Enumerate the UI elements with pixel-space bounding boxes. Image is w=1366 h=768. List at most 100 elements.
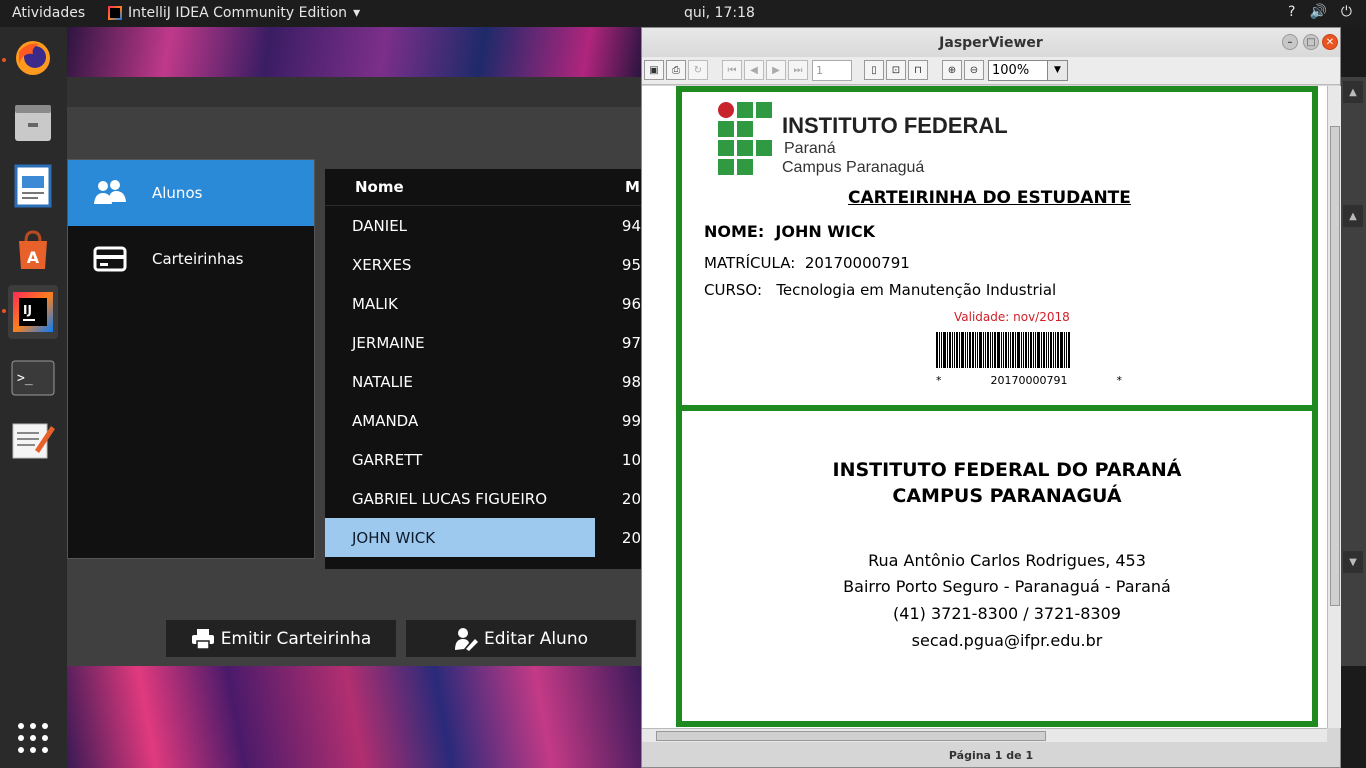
nome-label: NOME: xyxy=(704,222,765,241)
district-line: Bairro Porto Seguro - Paranaguá - Paraná xyxy=(843,577,1171,596)
volume-icon[interactable]: 🔊 xyxy=(1309,4,1326,20)
editar-aluno-button[interactable]: Editar Aluno xyxy=(406,620,636,657)
scroll-thumb[interactable] xyxy=(656,731,1046,741)
cell-matricula: 10 xyxy=(621,450,641,469)
page-status: Página 1 de 1 xyxy=(948,748,1034,762)
maximize-button[interactable]: □ xyxy=(1303,34,1319,50)
barcode-caption: * 20170000791 * xyxy=(936,374,1122,387)
help-icon[interactable]: ? xyxy=(1288,4,1295,20)
cell-matricula: 95 xyxy=(621,255,641,274)
page-number-field[interactable]: 1 xyxy=(812,60,852,81)
horizontal-scrollbar[interactable] xyxy=(642,728,1327,742)
files-icon xyxy=(15,105,51,141)
scroll-up-button[interactable]: ▲ xyxy=(1343,205,1363,227)
chevron-down-icon[interactable]: ▼ xyxy=(1047,61,1067,80)
power-icon[interactable]: ⏻ xyxy=(1341,4,1352,20)
fit-width-icon[interactable]: ⊓ xyxy=(908,60,928,80)
app-menu-label: IntelliJ IDEA Community Edition xyxy=(128,5,348,21)
nome-row: NOME: JOHN WICK xyxy=(704,222,875,241)
zoom-out-icon[interactable]: ⊖ xyxy=(964,60,984,80)
print-icon[interactable]: ⎙ xyxy=(666,60,686,80)
firefox-launcher[interactable] xyxy=(8,31,58,85)
actual-size-icon[interactable]: ▯ xyxy=(864,60,884,80)
writer-launcher[interactable] xyxy=(8,159,58,213)
table-row[interactable]: DANIEL 94 xyxy=(325,206,641,245)
matricula-row: MATRÍCULA: 20170000791 xyxy=(704,254,910,272)
running-indicator xyxy=(2,309,6,313)
app-window: Alunos Carteirinhas Nome M DANIEL 94 XERXE… xyxy=(67,77,641,666)
button-label: Editar Aluno xyxy=(483,628,589,649)
barcode xyxy=(936,332,1122,368)
clock[interactable]: qui, 17:18 xyxy=(684,5,755,21)
first-page-icon[interactable]: ⏮ xyxy=(722,60,742,80)
cell-nome: GARRETT xyxy=(352,450,423,469)
alunos-table: Nome M DANIEL 94 XERXES 95 MALIK 96 JERMAINE 97… xyxy=(325,169,641,569)
minimize-button[interactable]: – xyxy=(1282,34,1298,50)
cell-nome: XERXES xyxy=(352,255,412,274)
sidebar: Alunos Carteirinhas xyxy=(67,159,315,559)
phone-line: (41) 3721-8300 / 3721-8309 xyxy=(893,604,1121,623)
text-editor-launcher[interactable] xyxy=(8,413,58,467)
vertical-scrollbar[interactable] xyxy=(1327,86,1341,728)
zoom-select[interactable]: 100% ▼ xyxy=(988,60,1068,81)
cell-nome: JERMAINE xyxy=(352,333,425,352)
zoom-in-icon[interactable]: ⊕ xyxy=(942,60,962,80)
fit-page-icon[interactable]: ⊡ xyxy=(886,60,906,80)
scroll-down-button[interactable]: ▼ xyxy=(1343,551,1363,573)
campus-name: CAMPUS PARANAGUÁ xyxy=(892,485,1122,507)
cell-nome: DANIEL xyxy=(352,216,408,235)
column-header-nome[interactable]: Nome xyxy=(325,178,625,196)
institution-name: INSTITUTO FEDERAL DO PARANÁ xyxy=(832,459,1182,481)
cell-nome: MALIK xyxy=(352,294,398,313)
files-launcher[interactable] xyxy=(8,95,58,149)
scroll-thumb[interactable] xyxy=(1330,126,1340,606)
table-row[interactable]: GABRIEL LUCAS FIGUEIRO 20 xyxy=(325,479,641,518)
scroll-up-button[interactable]: ▲ xyxy=(1343,81,1363,103)
table-row[interactable]: GARRETT 10 xyxy=(325,440,641,479)
sidebar-item-alunos[interactable]: Alunos xyxy=(68,160,314,226)
table-row[interactable]: JOHN WICK 20 xyxy=(325,518,641,557)
terminal-launcher[interactable]: >_ xyxy=(8,351,58,405)
reload-icon[interactable]: ↻ xyxy=(688,60,708,80)
cell-matricula: 99 xyxy=(621,411,641,430)
table-row[interactable]: MALIK 96 xyxy=(325,284,641,323)
card-title: CARTEIRINHA DO ESTUDANTE xyxy=(848,188,1131,208)
running-indicator xyxy=(2,58,6,62)
intellij-launcher[interactable]: IJ xyxy=(8,285,58,339)
barcode-end: * xyxy=(1116,374,1122,387)
emitir-carteirinha-button[interactable]: Emitir Carteirinha xyxy=(166,620,396,657)
writer-icon xyxy=(14,164,52,208)
curso-label: CURSO: xyxy=(704,281,762,299)
email-line: secad.pgua@ifpr.edu.br xyxy=(911,631,1103,650)
column-header-matricula[interactable]: M xyxy=(625,178,640,196)
svg-text:IJ: IJ xyxy=(23,303,32,317)
address-line: Rua Antônio Carlos Rodrigues, 453 xyxy=(868,551,1146,570)
table-row[interactable]: JERMAINE 97 xyxy=(325,323,641,362)
grid-icon xyxy=(18,723,48,753)
app-header xyxy=(67,77,641,107)
save-icon[interactable]: ▣ xyxy=(644,60,664,80)
show-applications[interactable] xyxy=(8,711,58,765)
window-titlebar[interactable]: JasperViewer – □ ✕ xyxy=(642,28,1340,57)
system-tray[interactable]: ? 🔊 ⏻ xyxy=(1288,4,1352,20)
terminal-icon: >_ xyxy=(11,360,55,396)
last-page-icon[interactable]: ⏭ xyxy=(788,60,808,80)
app-menu[interactable]: IntelliJ IDEA Community Edition ▾ xyxy=(108,5,360,21)
report-canvas: INSTITUTO FEDERAL Paraná Campus Paranagu… xyxy=(642,86,1327,728)
chevron-down-icon: ▾ xyxy=(353,5,361,21)
activities-button[interactable]: Atividades xyxy=(12,5,85,21)
sidebar-item-carteirinhas[interactable]: Carteirinhas xyxy=(68,226,314,292)
cell-matricula: 20 xyxy=(621,528,641,547)
firefox-icon xyxy=(16,41,50,75)
table-row[interactable]: AMANDA 99 xyxy=(325,401,641,440)
cell-matricula: 94 xyxy=(621,216,641,235)
cell-matricula: 20 xyxy=(621,489,641,508)
software-launcher[interactable]: A xyxy=(8,223,58,277)
table-row[interactable]: XERXES 95 xyxy=(325,245,641,284)
next-page-icon[interactable]: ▶ xyxy=(766,60,786,80)
cell-matricula: 97 xyxy=(621,333,641,352)
table-row[interactable]: NATALIE 98 xyxy=(325,362,641,401)
previous-page-icon[interactable]: ◀ xyxy=(744,60,764,80)
close-button[interactable]: ✕ xyxy=(1322,34,1338,50)
barcode-start: * xyxy=(936,374,942,387)
